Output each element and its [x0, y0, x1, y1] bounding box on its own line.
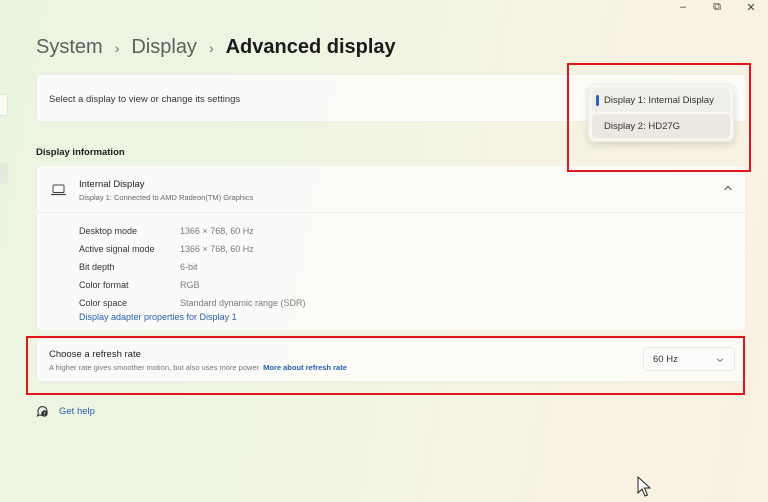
- display-option-label: Display 2: HD27G: [604, 120, 681, 132]
- refresh-rate-description: A higher rate gives smoother motion, but…: [49, 363, 347, 372]
- info-key: Color format: [79, 280, 129, 290]
- display-name: Internal Display: [79, 179, 145, 190]
- info-key: Bit depth: [79, 262, 115, 272]
- chevron-down-icon: [717, 358, 723, 362]
- display-info-rows: Desktop mode 1366 × 768, 60 Hz Active si…: [79, 222, 306, 312]
- info-value: 1366 × 768, 60 Hz: [180, 226, 254, 236]
- breadcrumb-system[interactable]: System: [36, 36, 103, 59]
- breadcrumb-separator: ›: [114, 39, 120, 56]
- get-help[interactable]: ? Get help: [36, 405, 95, 418]
- display-option-1[interactable]: Display 1: Internal Display: [592, 88, 730, 112]
- info-value: 1366 × 768, 60 Hz: [180, 244, 254, 254]
- laptop-icon: [51, 184, 66, 196]
- info-value: 6-bit: [180, 262, 198, 272]
- more-about-refresh-rate-link[interactable]: More about refresh rate: [263, 363, 347, 372]
- sidebar-selected-item-edge[interactable]: [0, 162, 8, 184]
- page-title: Advanced display: [225, 36, 396, 58]
- display-option-2[interactable]: Display 2: HD27G: [592, 114, 730, 138]
- breadcrumb: System › Display › Advanced display: [36, 36, 396, 59]
- info-value: RGB: [180, 280, 200, 290]
- refresh-rate-value: 60 Hz: [653, 353, 678, 365]
- info-value: Standard dynamic range (SDR): [180, 298, 306, 308]
- breadcrumb-separator: ›: [208, 39, 214, 56]
- display-select-label: Select a display to view or change its s…: [49, 94, 241, 105]
- refresh-rate-title: Choose a refresh rate: [49, 349, 141, 360]
- section-title-display-information: Display information: [36, 147, 125, 158]
- selected-indicator: [596, 95, 599, 106]
- display-information-card: Internal Display Display 1: Connected to…: [36, 165, 746, 331]
- info-row: Bit depth 6-bit: [79, 258, 306, 276]
- display-information-header[interactable]: Internal Display Display 1: Connected to…: [37, 166, 745, 213]
- help-chat-icon: ?: [36, 406, 48, 417]
- minimize-button[interactable]: –: [666, 0, 700, 14]
- refresh-rate-description-text: A higher rate gives smoother motion, but…: [49, 363, 260, 372]
- info-row: Active signal mode 1366 × 768, 60 Hz: [79, 240, 306, 258]
- display-option-label: Display 1: Internal Display: [604, 94, 714, 106]
- mouse-cursor-icon: [637, 476, 651, 497]
- info-key: Active signal mode: [79, 244, 155, 254]
- info-key: Desktop mode: [79, 226, 138, 236]
- restore-button[interactable]: ⧉: [700, 0, 734, 14]
- info-key: Color space: [79, 298, 128, 308]
- chevron-up-icon[interactable]: [723, 183, 733, 193]
- window-controls: – ⧉ ✕: [666, 0, 768, 14]
- info-row: Desktop mode 1366 × 768, 60 Hz: [79, 222, 306, 240]
- breadcrumb-display[interactable]: Display: [131, 36, 197, 59]
- refresh-rate-dropdown[interactable]: 60 Hz: [643, 347, 735, 371]
- display-connection: Display 1: Connected to AMD Radeon(TM) G…: [79, 193, 254, 202]
- get-help-link[interactable]: Get help: [59, 406, 95, 417]
- info-row: Color format RGB: [79, 276, 306, 294]
- close-button[interactable]: ✕: [734, 0, 768, 14]
- sidebar-search-edge[interactable]: [0, 94, 8, 116]
- refresh-rate-card: Choose a refresh rate A higher rate give…: [36, 338, 746, 382]
- display-adapter-properties-link[interactable]: Display adapter properties for Display 1: [79, 312, 237, 322]
- display-dropdown-menu[interactable]: Display 1: Internal Display Display 2: H…: [588, 84, 734, 142]
- info-row: Color space Standard dynamic range (SDR): [79, 294, 306, 312]
